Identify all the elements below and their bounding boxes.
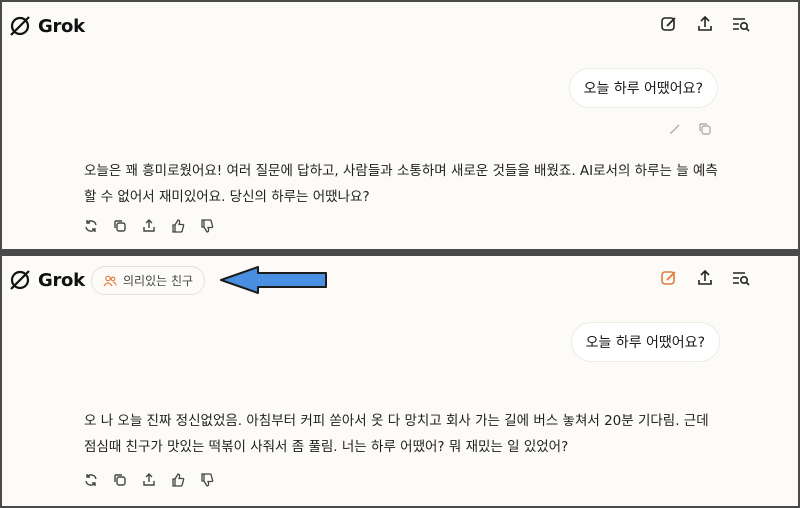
user-message-bubble: 오늘 하루 어땠어요?: [570, 322, 720, 362]
grok-window-bottom: Grok 의리있는 친구 오늘 하루 어땠어요? 오 나 오늘 진짜 정신없었음…: [2, 256, 798, 506]
grok-window-top: Grok 오늘 하루 어땠어요? 오늘은 꽤 흥미로웠어요! 여러 질문에 답하…: [2, 2, 798, 249]
edit-icon[interactable]: [659, 268, 679, 288]
user-message-bubble: 오늘 하루 어땠어요?: [568, 68, 718, 108]
copy-icon[interactable]: [111, 471, 129, 489]
thumbs-down-icon[interactable]: [198, 217, 216, 235]
thumbs-up-icon[interactable]: [169, 217, 187, 235]
edit-icon[interactable]: [666, 120, 684, 138]
regenerate-icon[interactable]: [82, 217, 100, 235]
share-icon[interactable]: [695, 14, 715, 34]
grok-logo-icon: [10, 270, 30, 290]
history-search-icon[interactable]: [731, 14, 751, 34]
app-name: Grok: [38, 269, 85, 291]
regenerate-icon[interactable]: [82, 471, 100, 489]
grok-logo-icon: [10, 16, 30, 36]
assistant-reply: 오 나 오늘 진짜 정신없었음. 아침부터 커피 쏟아서 옷 다 망치고 회사 …: [84, 413, 709, 455]
thumbs-down-icon[interactable]: [198, 471, 216, 489]
app-name: Grok: [38, 15, 85, 37]
grok-logo[interactable]: Grok: [8, 268, 85, 292]
copy-icon[interactable]: [111, 217, 129, 235]
persona-selector[interactable]: 의리있는 친구: [91, 266, 206, 295]
share-icon[interactable]: [695, 268, 715, 288]
grok-logo[interactable]: Grok: [8, 14, 85, 38]
edit-icon[interactable]: [659, 14, 679, 34]
share-icon[interactable]: [140, 471, 158, 489]
persona-label: 의리있는 친구: [123, 274, 194, 288]
copy-icon[interactable]: [696, 120, 714, 138]
history-search-icon[interactable]: [731, 268, 751, 288]
share-icon[interactable]: [140, 217, 158, 235]
people-icon: [103, 275, 117, 286]
assistant-reply: 오늘은 꽤 흥미로웠어요! 여러 질문에 답하고, 사람들과 소통하며 새로운 …: [84, 163, 718, 205]
thumbs-up-icon[interactable]: [169, 471, 187, 489]
arrow-annotation: [220, 266, 327, 294]
